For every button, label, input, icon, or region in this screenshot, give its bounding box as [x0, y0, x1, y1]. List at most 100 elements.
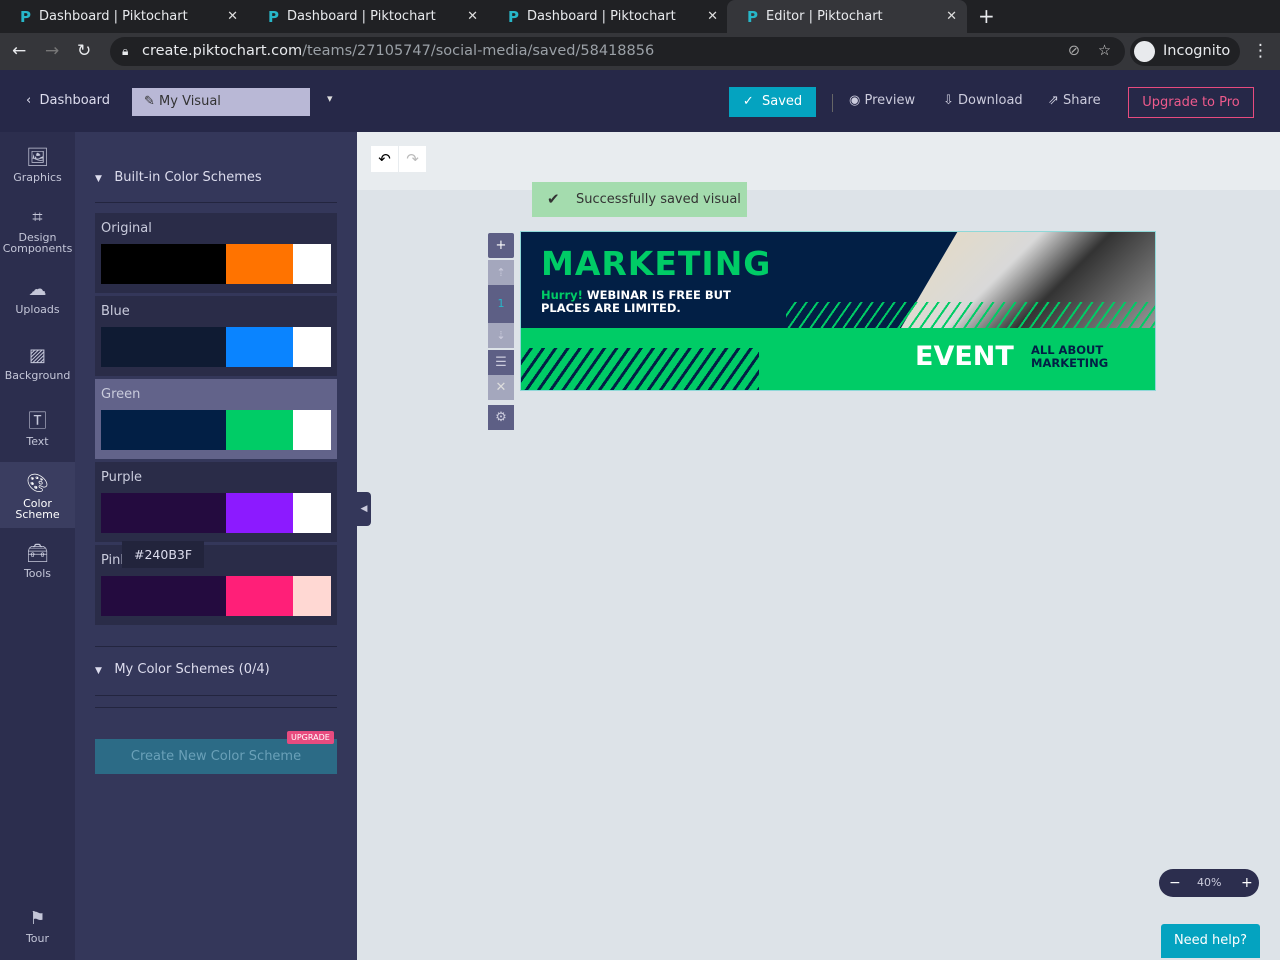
color-swatch[interactable]: [101, 327, 226, 367]
move-page-up-icon[interactable]: ⇡: [488, 260, 514, 285]
browser-tab[interactable]: P Dashboard | Piktochart ✕: [0, 0, 248, 33]
components-icon: ⌗: [32, 207, 43, 228]
piktochart-logo-icon: P: [508, 7, 519, 26]
banner-title: MARKETING: [541, 244, 772, 283]
share-button[interactable]: ⇗ Share: [1048, 93, 1101, 108]
rail-item-background[interactable]: ▨ Background: [0, 345, 75, 382]
move-page-down-icon[interactable]: ⇣: [488, 323, 514, 348]
my-schemes-toggle[interactable]: ▼ My Color Schemes (0/4): [95, 662, 270, 677]
eye-off-icon[interactable]: ⊘: [1068, 37, 1080, 66]
color-swatch[interactable]: [101, 244, 226, 284]
incognito-profile[interactable]: Incognito: [1130, 37, 1240, 66]
divider: [95, 707, 337, 708]
banner-canvas[interactable]: MARKETING Hurry! WEBINAR IS FREE BUT PLAC…: [520, 231, 1156, 391]
pencil-icon: ✎: [144, 94, 155, 109]
color-swatch[interactable]: [101, 493, 226, 533]
close-tab-icon[interactable]: ✕: [707, 9, 718, 24]
saved-button[interactable]: ✓ Saved: [729, 87, 816, 117]
back-to-dashboard-link[interactable]: ‹ Dashboard: [26, 93, 110, 108]
create-new-color-scheme-button[interactable]: Create New Color Scheme: [95, 739, 337, 774]
close-tab-icon[interactable]: ✕: [227, 9, 238, 24]
collapse-panel-handle[interactable]: ◀: [357, 492, 371, 526]
builtin-schemes-toggle[interactable]: ▼ Built-in Color Schemes: [95, 170, 262, 185]
need-help-button[interactable]: Need help?: [1161, 924, 1260, 958]
rail-item-uploads[interactable]: ☁ Uploads: [0, 280, 75, 316]
color-swatch[interactable]: [293, 576, 331, 616]
background-icon: ▨: [28, 345, 46, 366]
url-input[interactable]: 🔒︎ create.piktochart.com/teams/27105747/…: [110, 37, 1125, 66]
rail-item-tools[interactable]: 🧰︎ Tools: [0, 544, 75, 580]
page-number[interactable]: 1: [488, 285, 514, 323]
scheme-name: Green: [101, 387, 141, 402]
undo-icon[interactable]: ↶: [371, 146, 398, 172]
zoom-out-icon[interactable]: −: [1169, 869, 1181, 897]
scheme-name: Original: [101, 221, 152, 236]
rail-item-color-scheme[interactable]: 🎨︎ Color Scheme: [0, 462, 75, 528]
zoom-in-icon[interactable]: +: [1241, 869, 1253, 897]
caret-down-icon: ▼: [95, 666, 102, 676]
star-icon[interactable]: ☆: [1098, 37, 1111, 66]
color-swatch[interactable]: [101, 576, 226, 616]
menu-kebab-icon[interactable]: ⋮: [1252, 41, 1269, 61]
zoom-control: − 40% +: [1159, 869, 1259, 897]
text-icon: 🅃: [28, 411, 47, 432]
duplicate-page-icon[interactable]: ☰: [488, 350, 514, 375]
color-swatch[interactable]: [226, 493, 293, 533]
color-swatch[interactable]: [226, 576, 293, 616]
image-icon: 🖼︎: [26, 147, 49, 168]
left-tool-rail: 🖼︎ Graphics ⌗ Design Components ☁ Uploads ▨…: [0, 132, 75, 960]
rail-item-tour[interactable]: ⚑ Tour: [0, 908, 75, 945]
upgrade-badge: UPGRADE: [287, 731, 334, 744]
color-swatch[interactable]: [226, 327, 293, 367]
signpost-icon: ⚑: [29, 908, 46, 929]
color-swatch[interactable]: [226, 410, 293, 450]
delete-page-icon[interactable]: ✕: [488, 375, 514, 400]
close-tab-icon[interactable]: ✕: [946, 9, 957, 24]
visual-title-input[interactable]: ✎ My Visual: [132, 88, 310, 116]
close-tab-icon[interactable]: ✕: [467, 9, 478, 24]
zoom-level: 40%: [1197, 876, 1222, 889]
redo-icon[interactable]: ↷: [399, 146, 426, 172]
color-swatch[interactable]: [293, 410, 331, 450]
rail-item-text[interactable]: 🅃 Text: [0, 411, 75, 448]
rail-item-graphics[interactable]: 🖼︎ Graphics: [0, 147, 75, 184]
address-bar-row: ← → ↻ 🔒︎ create.piktochart.com/teams/271…: [0, 33, 1280, 70]
check-circle-icon: ✔: [547, 190, 560, 208]
incognito-icon: [1134, 41, 1155, 62]
color-hex-tooltip: #240B3F: [122, 541, 205, 568]
color-swatch[interactable]: [293, 493, 331, 533]
download-icon: ⇩: [943, 93, 954, 108]
navy-stripes: [521, 348, 759, 390]
color-swatch[interactable]: [293, 327, 331, 367]
lock-icon: 🔒︎: [122, 44, 129, 58]
piktochart-logo-icon: P: [747, 7, 758, 26]
forward-icon[interactable]: →: [45, 41, 59, 61]
color-scheme-blue[interactable]: Blue: [95, 296, 337, 376]
color-scheme-purple[interactable]: Purple: [95, 462, 337, 542]
download-button[interactable]: ⇩ Download: [943, 93, 1023, 108]
browser-tab[interactable]: P Dashboard | Piktochart ✕: [248, 0, 488, 33]
color-scheme-green[interactable]: Green: [95, 379, 337, 459]
color-swatch[interactable]: [293, 244, 331, 284]
page-settings-gear-icon[interactable]: ⚙: [488, 405, 514, 430]
canvas-area: ↶ ↷ ✔ Successfully saved visual + ⇡ 1 ⇣ ☰…: [357, 132, 1280, 960]
scheme-name: Purple: [101, 470, 143, 485]
eye-icon: ◉: [849, 93, 861, 108]
color-scheme-original[interactable]: Original: [95, 213, 337, 293]
color-swatch[interactable]: [101, 410, 226, 450]
new-tab-icon[interactable]: +: [978, 4, 995, 28]
upgrade-to-pro-button[interactable]: Upgrade to Pro: [1128, 87, 1254, 118]
page-controls: + ⇡ 1 ⇣ ☰ ✕ ⚙: [488, 233, 514, 438]
browser-tab-active[interactable]: P Editor | Piktochart ✕: [727, 0, 967, 33]
app-header: ‹ Dashboard ✎ My Visual ▾ ✓ Saved ◉ Prev…: [0, 70, 1280, 132]
browser-tab[interactable]: P Dashboard | Piktochart ✕: [488, 0, 728, 33]
preview-button[interactable]: ◉ Preview: [849, 93, 915, 108]
reload-icon[interactable]: ↻: [77, 41, 91, 61]
piktochart-logo-icon: P: [20, 7, 31, 26]
back-icon[interactable]: ←: [12, 41, 26, 61]
title-dropdown-chevron-icon[interactable]: ▾: [327, 92, 333, 105]
divider: [95, 695, 337, 696]
add-page-icon[interactable]: +: [488, 233, 514, 258]
rail-item-design-components[interactable]: ⌗ Design Components: [0, 207, 75, 255]
color-swatch[interactable]: [226, 244, 293, 284]
